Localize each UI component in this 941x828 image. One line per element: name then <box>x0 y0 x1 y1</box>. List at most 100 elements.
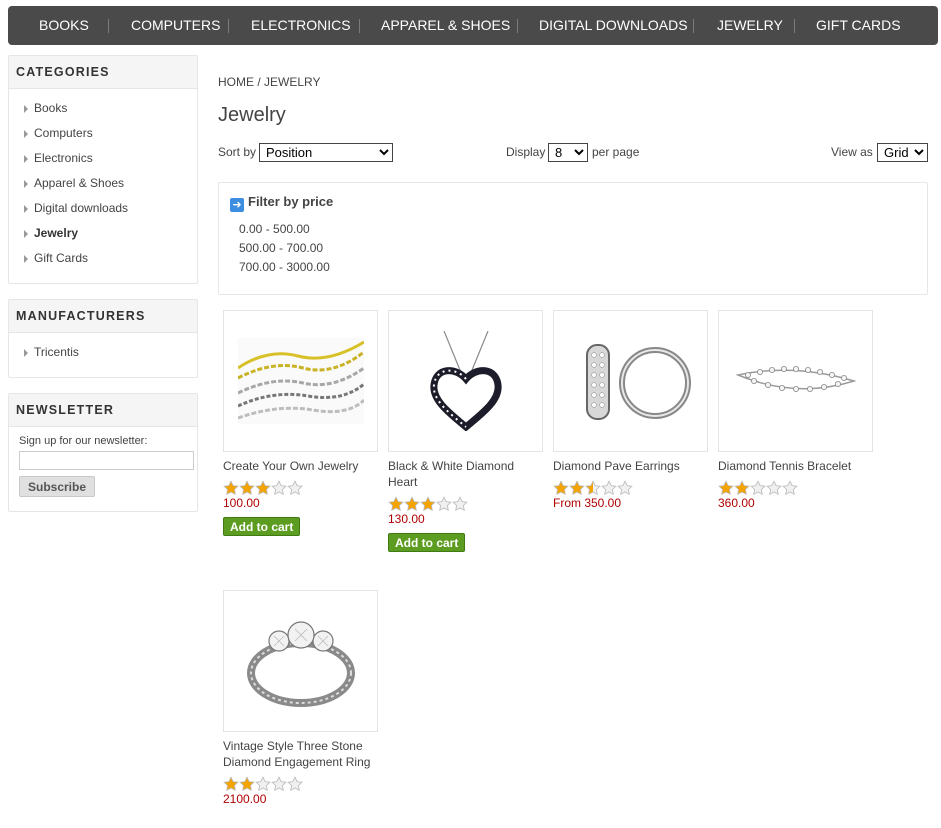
star-icon <box>766 480 782 496</box>
tennis-bracelet-image <box>734 366 857 392</box>
top-menu-apparel-shoes[interactable]: APPAREL & SHOES <box>381 6 510 45</box>
product-price: 100.00 <box>223 496 260 510</box>
arrow-right-icon <box>24 155 28 163</box>
star-icon <box>255 776 271 792</box>
product-price: 360.00 <box>718 496 755 510</box>
newsletter-email-input[interactable] <box>19 451 194 470</box>
hoop-earrings-image <box>585 344 691 420</box>
product-rating <box>223 776 378 792</box>
top-menu-digital-downloads[interactable]: DIGITAL DOWNLOADS <box>539 6 688 45</box>
product-title-link[interactable]: Diamond Tennis Bracelet <box>718 458 873 474</box>
product-title-link[interactable]: Black & White Diamond Heart <box>388 458 543 490</box>
arrow-right-icon <box>24 105 28 113</box>
arrow-right-icon <box>24 349 28 357</box>
star-icon <box>404 496 420 512</box>
product-image-heart[interactable] <box>388 310 543 452</box>
category-item-jewelry[interactable]: Jewelry <box>9 221 197 246</box>
category-item-gift-cards[interactable]: Gift Cards <box>9 246 197 271</box>
star-icon <box>255 480 271 496</box>
top-menu-divider <box>517 19 518 33</box>
top-menu-divider <box>108 19 109 33</box>
star-icon <box>601 480 617 496</box>
page-title: Jewelry <box>218 104 286 126</box>
sort-by-select[interactable]: Position <box>259 143 393 162</box>
top-menu-computers[interactable]: COMPUTERS <box>131 6 220 45</box>
star-icon <box>553 480 569 496</box>
manufacturers-title: MANUFACTURERS <box>9 300 197 333</box>
price-range-link[interactable]: 500.00 - 700.00 <box>239 241 323 255</box>
top-menu-jewelry[interactable]: JEWELRY <box>717 6 783 45</box>
product-title-link[interactable]: Create Your Own Jewelry <box>223 458 378 474</box>
subscribe-button[interactable]: Subscribe <box>19 476 96 497</box>
star-icon <box>452 496 468 512</box>
product-item: Create Your Own Jewelry 100.00 Add to ca… <box>223 310 378 536</box>
sort-by-label: Sort by <box>218 145 257 159</box>
star-icon <box>271 480 287 496</box>
star-icon <box>734 480 750 496</box>
top-menu-divider <box>228 19 229 33</box>
product-image-chains[interactable] <box>223 310 378 452</box>
add-to-cart-button[interactable]: Add to cart <box>223 517 301 536</box>
product-rating <box>553 480 708 496</box>
product-price: From 350.00 <box>553 496 622 510</box>
category-item-apparel-shoes[interactable]: Apparel & Shoes <box>9 171 197 196</box>
top-menu-gift-cards[interactable]: GIFT CARDS <box>816 6 901 45</box>
star-icon <box>750 480 766 496</box>
product-image-ring[interactable] <box>223 590 378 732</box>
star-icon <box>239 480 255 496</box>
product-title-link[interactable]: Vintage Style Three Stone Diamond Engage… <box>223 738 378 770</box>
product-rating <box>223 480 378 496</box>
page-size-select[interactable]: 8 <box>548 143 588 162</box>
star-icon <box>617 480 633 496</box>
per-page-label: per page <box>592 145 640 159</box>
price-filter-box: ➜ Filter by price 0.00 - 500.00 500.00 - … <box>218 182 928 295</box>
arrow-right-icon <box>24 130 28 138</box>
newsletter-title: NEWSLETTER <box>9 394 197 427</box>
breadcrumb-current: JEWELRY <box>264 75 321 89</box>
categories-block: CATEGORIES Books Computers Electronics A… <box>8 55 198 284</box>
top-menu-divider <box>693 19 694 33</box>
star-icon <box>223 776 239 792</box>
view-as-label: View as <box>831 145 873 159</box>
newsletter-block: NEWSLETTER Sign up for our newsletter: S… <box>8 393 198 512</box>
price-range-link[interactable]: 0.00 - 500.00 <box>239 222 310 236</box>
breadcrumb-separator: / <box>257 75 261 89</box>
product-item: Diamond Pave Earrings From 350.00 <box>553 310 708 511</box>
arrow-right-icon: ➜ <box>230 198 244 212</box>
star-icon <box>223 480 239 496</box>
arrow-right-icon <box>24 205 28 213</box>
breadcrumb: HOME / JEWELRY <box>218 75 321 89</box>
display-label: Display <box>506 145 546 159</box>
product-image-bracelet[interactable] <box>718 310 873 452</box>
star-icon <box>388 496 404 512</box>
product-price: 2100.00 <box>223 792 267 806</box>
star-icon <box>569 480 585 496</box>
star-icon <box>420 496 436 512</box>
engagement-ring-image <box>246 621 355 707</box>
star-icon <box>718 480 734 496</box>
breadcrumb-home-link[interactable]: HOME <box>218 75 254 89</box>
star-icon <box>585 480 601 496</box>
heart-pendant-image <box>429 331 502 431</box>
product-title-link[interactable]: Diamond Pave Earrings <box>553 458 708 474</box>
star-icon <box>782 480 798 496</box>
product-item: Diamond Tennis Bracelet 360.00 <box>718 310 873 511</box>
top-menu-electronics[interactable]: ELECTRONICS <box>251 6 351 45</box>
arrow-right-icon <box>24 180 28 188</box>
price-range-link[interactable]: 700.00 - 3000.00 <box>239 260 330 274</box>
star-icon <box>287 776 303 792</box>
view-mode-select[interactable]: Grid <box>877 143 928 162</box>
categories-list: Books Computers Electronics Apparel & Sh… <box>9 89 197 279</box>
category-item-digital-downloads[interactable]: Digital downloads <box>9 196 197 221</box>
category-item-books[interactable]: Books <box>9 96 197 121</box>
manufacturer-item-tricentis[interactable]: Tricentis <box>9 340 197 365</box>
top-menu-books[interactable]: BOOKS <box>39 6 89 45</box>
arrow-right-icon <box>24 230 28 238</box>
category-item-computers[interactable]: Computers <box>9 121 197 146</box>
add-to-cart-button[interactable]: Add to cart <box>388 533 466 552</box>
category-item-electronics[interactable]: Electronics <box>9 146 197 171</box>
product-item: Vintage Style Three Stone Diamond Engage… <box>223 590 378 807</box>
product-image-earrings[interactable] <box>553 310 708 452</box>
newsletter-label: Sign up for our newsletter: <box>19 435 148 447</box>
product-rating <box>388 496 543 512</box>
